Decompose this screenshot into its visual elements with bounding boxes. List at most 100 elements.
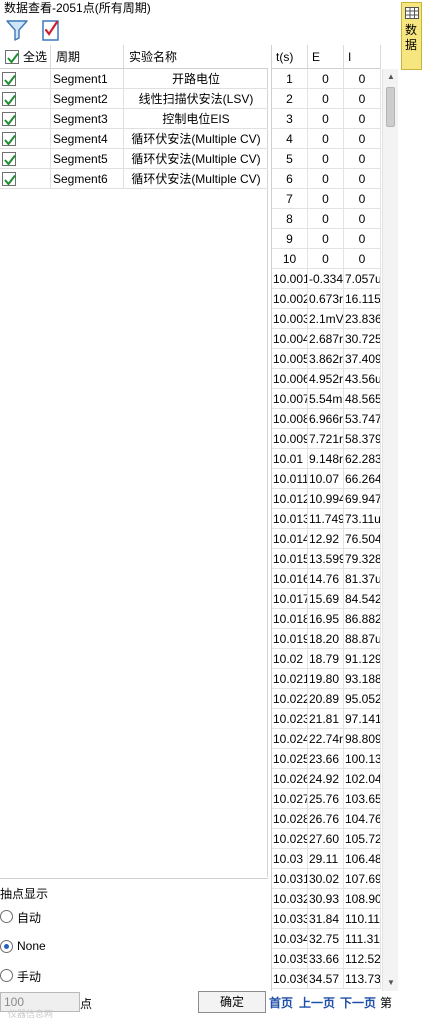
first-page-link[interactable]: 首页 — [269, 992, 293, 1014]
table-row[interactable]: 500 — [272, 149, 381, 169]
radio-manual-label[interactable]: 手动 — [17, 968, 41, 985]
table-row[interactable]: 200 — [272, 89, 381, 109]
table-row[interactable]: 900 — [272, 229, 381, 249]
segment-check-cell[interactable] — [0, 109, 51, 129]
checklist-icon[interactable] — [38, 17, 64, 43]
table-row[interactable]: 10.015 13.599 79.328 — [272, 549, 381, 569]
table-row[interactable]: 700 — [272, 189, 381, 209]
col-name-header[interactable]: 实验名称 — [124, 45, 268, 69]
table-row[interactable]: 10.028 26.76 104.76 — [272, 809, 381, 829]
radio-none-label[interactable]: None — [17, 939, 46, 953]
segment-row[interactable]: Segment5 循环伏安法(Multiple CV) — [0, 149, 268, 169]
table-row[interactable]: 10.029 27.60 105.72 — [272, 829, 381, 849]
scroll-up-icon[interactable]: ▲ — [383, 69, 398, 85]
segment-checkbox[interactable] — [2, 172, 16, 186]
cell-i: 105.72 — [344, 829, 381, 849]
segment-checkbox[interactable] — [2, 152, 16, 166]
table-row[interactable]: 10.025 23.66 100.13 — [272, 749, 381, 769]
table-row[interactable]: 600 — [272, 169, 381, 189]
table-row[interactable]: 10.004 2.687r 30.725 — [272, 329, 381, 349]
table-row[interactable]: 10.016 14.76 81.37u — [272, 569, 381, 589]
segment-name: 控制电位EIS — [162, 112, 230, 126]
segment-check-cell[interactable] — [0, 89, 51, 109]
table-row[interactable]: 10.034 32.75 111.31 — [272, 929, 381, 949]
ok-button[interactable]: 确定 — [198, 991, 266, 1013]
radio-manual-circle[interactable] — [0, 969, 13, 982]
segment-check-cell[interactable] — [0, 129, 51, 149]
cell-time: 9 — [272, 229, 308, 249]
vertical-scrollbar[interactable]: ▲ ▼ — [382, 69, 398, 991]
table-row[interactable]: 10.02 18.79 91.129 — [272, 649, 381, 669]
segment-row[interactable]: Segment6 循环伏安法(Multiple CV) — [0, 169, 268, 189]
table-row[interactable]: 10.03 29.11 106.48 — [272, 849, 381, 869]
segment-row[interactable]: Segment2 线性扫描伏安法(LSV) — [0, 89, 268, 109]
table-row[interactable]: 10.036 34.57 113.73 — [272, 969, 381, 989]
table-row[interactable]: 10.006 4.952r 43.56u — [272, 369, 381, 389]
radio-none-circle[interactable] — [0, 940, 13, 953]
table-row[interactable]: 10.007 5.54m 48.565 — [272, 389, 381, 409]
table-row[interactable]: 10.033 31.84 110.11 — [272, 909, 381, 929]
segment-checkbox[interactable] — [2, 72, 16, 86]
cell-time: 10.008 — [272, 409, 308, 429]
table-row[interactable]: 10.021 19.80 93.188 — [272, 669, 381, 689]
table-row[interactable]: 10.012 10.994 69.947 — [272, 489, 381, 509]
table-row[interactable]: 10.026 24.92 102.04 — [272, 769, 381, 789]
table-row[interactable]: 10.027 25.76 103.65 — [272, 789, 381, 809]
table-row[interactable]: 400 — [272, 129, 381, 149]
cell-e: 0 — [308, 89, 344, 109]
table-row[interactable]: 10.014 12.92 76.504 — [272, 529, 381, 549]
col-period-header[interactable]: 周期 — [51, 45, 124, 69]
col-e-header[interactable]: E — [308, 45, 344, 69]
segment-checkbox[interactable] — [2, 112, 16, 126]
select-all-header[interactable]: 全选 — [0, 45, 51, 69]
table-row[interactable]: 10.032 30.93 108.90 — [272, 889, 381, 909]
table-row[interactable]: 800 — [272, 209, 381, 229]
table-row[interactable]: 10.011 10.07 66.264 — [272, 469, 381, 489]
cell-e: 5.54m — [308, 389, 344, 409]
scroll-down-icon[interactable]: ▼ — [383, 975, 398, 991]
table-row[interactable]: 10.017 15.69 84.542 — [272, 589, 381, 609]
table-row[interactable]: 10.023 21.81 97.141 — [272, 709, 381, 729]
segment-row[interactable]: Segment3 控制电位EIS — [0, 109, 268, 129]
table-row[interactable]: 10.01 9.148r 62.283 — [272, 449, 381, 469]
table-row[interactable]: 10.019 18.20 88.87u — [272, 629, 381, 649]
scroll-thumb[interactable] — [386, 87, 395, 127]
segment-checkbox[interactable] — [2, 132, 16, 146]
table-row[interactable]: 300 — [272, 109, 381, 129]
table-row[interactable]: 10.001 -0.334 7.057u — [272, 269, 381, 289]
table-row[interactable]: 10.008 6.966r 53.747 — [272, 409, 381, 429]
cell-i: 81.37u — [344, 569, 381, 589]
radio-auto-label[interactable]: 自动 — [17, 909, 41, 926]
table-row[interactable]: 10.024 22.74r 98.809 — [272, 729, 381, 749]
table-row[interactable]: 10.018 16.95 86.882 — [272, 609, 381, 629]
table-row[interactable]: 10 0 0 — [272, 249, 381, 269]
prev-page-link[interactable]: 上一页 — [299, 992, 335, 1014]
points-unit: 点 — [80, 997, 93, 1011]
table-row[interactable]: 10.031 30.02 107.69 — [272, 869, 381, 889]
col-time-header[interactable]: t(s) — [272, 45, 308, 69]
table-row[interactable]: 10.035 33.66 112.52 — [272, 949, 381, 969]
pager: 首页 上一页 下一页 第 — [268, 992, 398, 1014]
segment-check-cell[interactable] — [0, 169, 51, 189]
table-row[interactable]: 10.013 11.749 73.11u — [272, 509, 381, 529]
segment-check-cell[interactable] — [0, 149, 51, 169]
table-row[interactable]: 10.005 3.862r 37.409 — [272, 349, 381, 369]
data-side-tab[interactable]: 数据 — [401, 2, 422, 70]
table-row[interactable]: 10.002 0.673r 16.115 — [272, 289, 381, 309]
segment-row[interactable]: Segment1 开路电位 — [0, 69, 268, 89]
funnel-icon[interactable] — [4, 17, 30, 43]
radio-auto-circle[interactable] — [0, 910, 13, 923]
table-row[interactable]: 10.009 7.721r 58.379 — [272, 429, 381, 449]
table-row[interactable]: 100 — [272, 69, 381, 89]
segment-checkbox[interactable] — [2, 92, 16, 106]
cell-time: 10.019 — [272, 629, 308, 649]
cell-e: 30.02 — [308, 869, 344, 889]
select-all-checkbox[interactable] — [5, 50, 19, 64]
segment-row[interactable]: Segment4 循环伏安法(Multiple CV) — [0, 129, 268, 149]
segment-check-cell[interactable] — [0, 69, 51, 89]
next-page-link[interactable]: 下一页 — [340, 992, 376, 1014]
col-i-header[interactable]: I — [344, 45, 381, 69]
table-row[interactable]: 10.003 2.1mV 23.836 — [272, 309, 381, 329]
cell-e: 12.92 — [308, 529, 344, 549]
table-row[interactable]: 10.022 20.89 95.052 — [272, 689, 381, 709]
